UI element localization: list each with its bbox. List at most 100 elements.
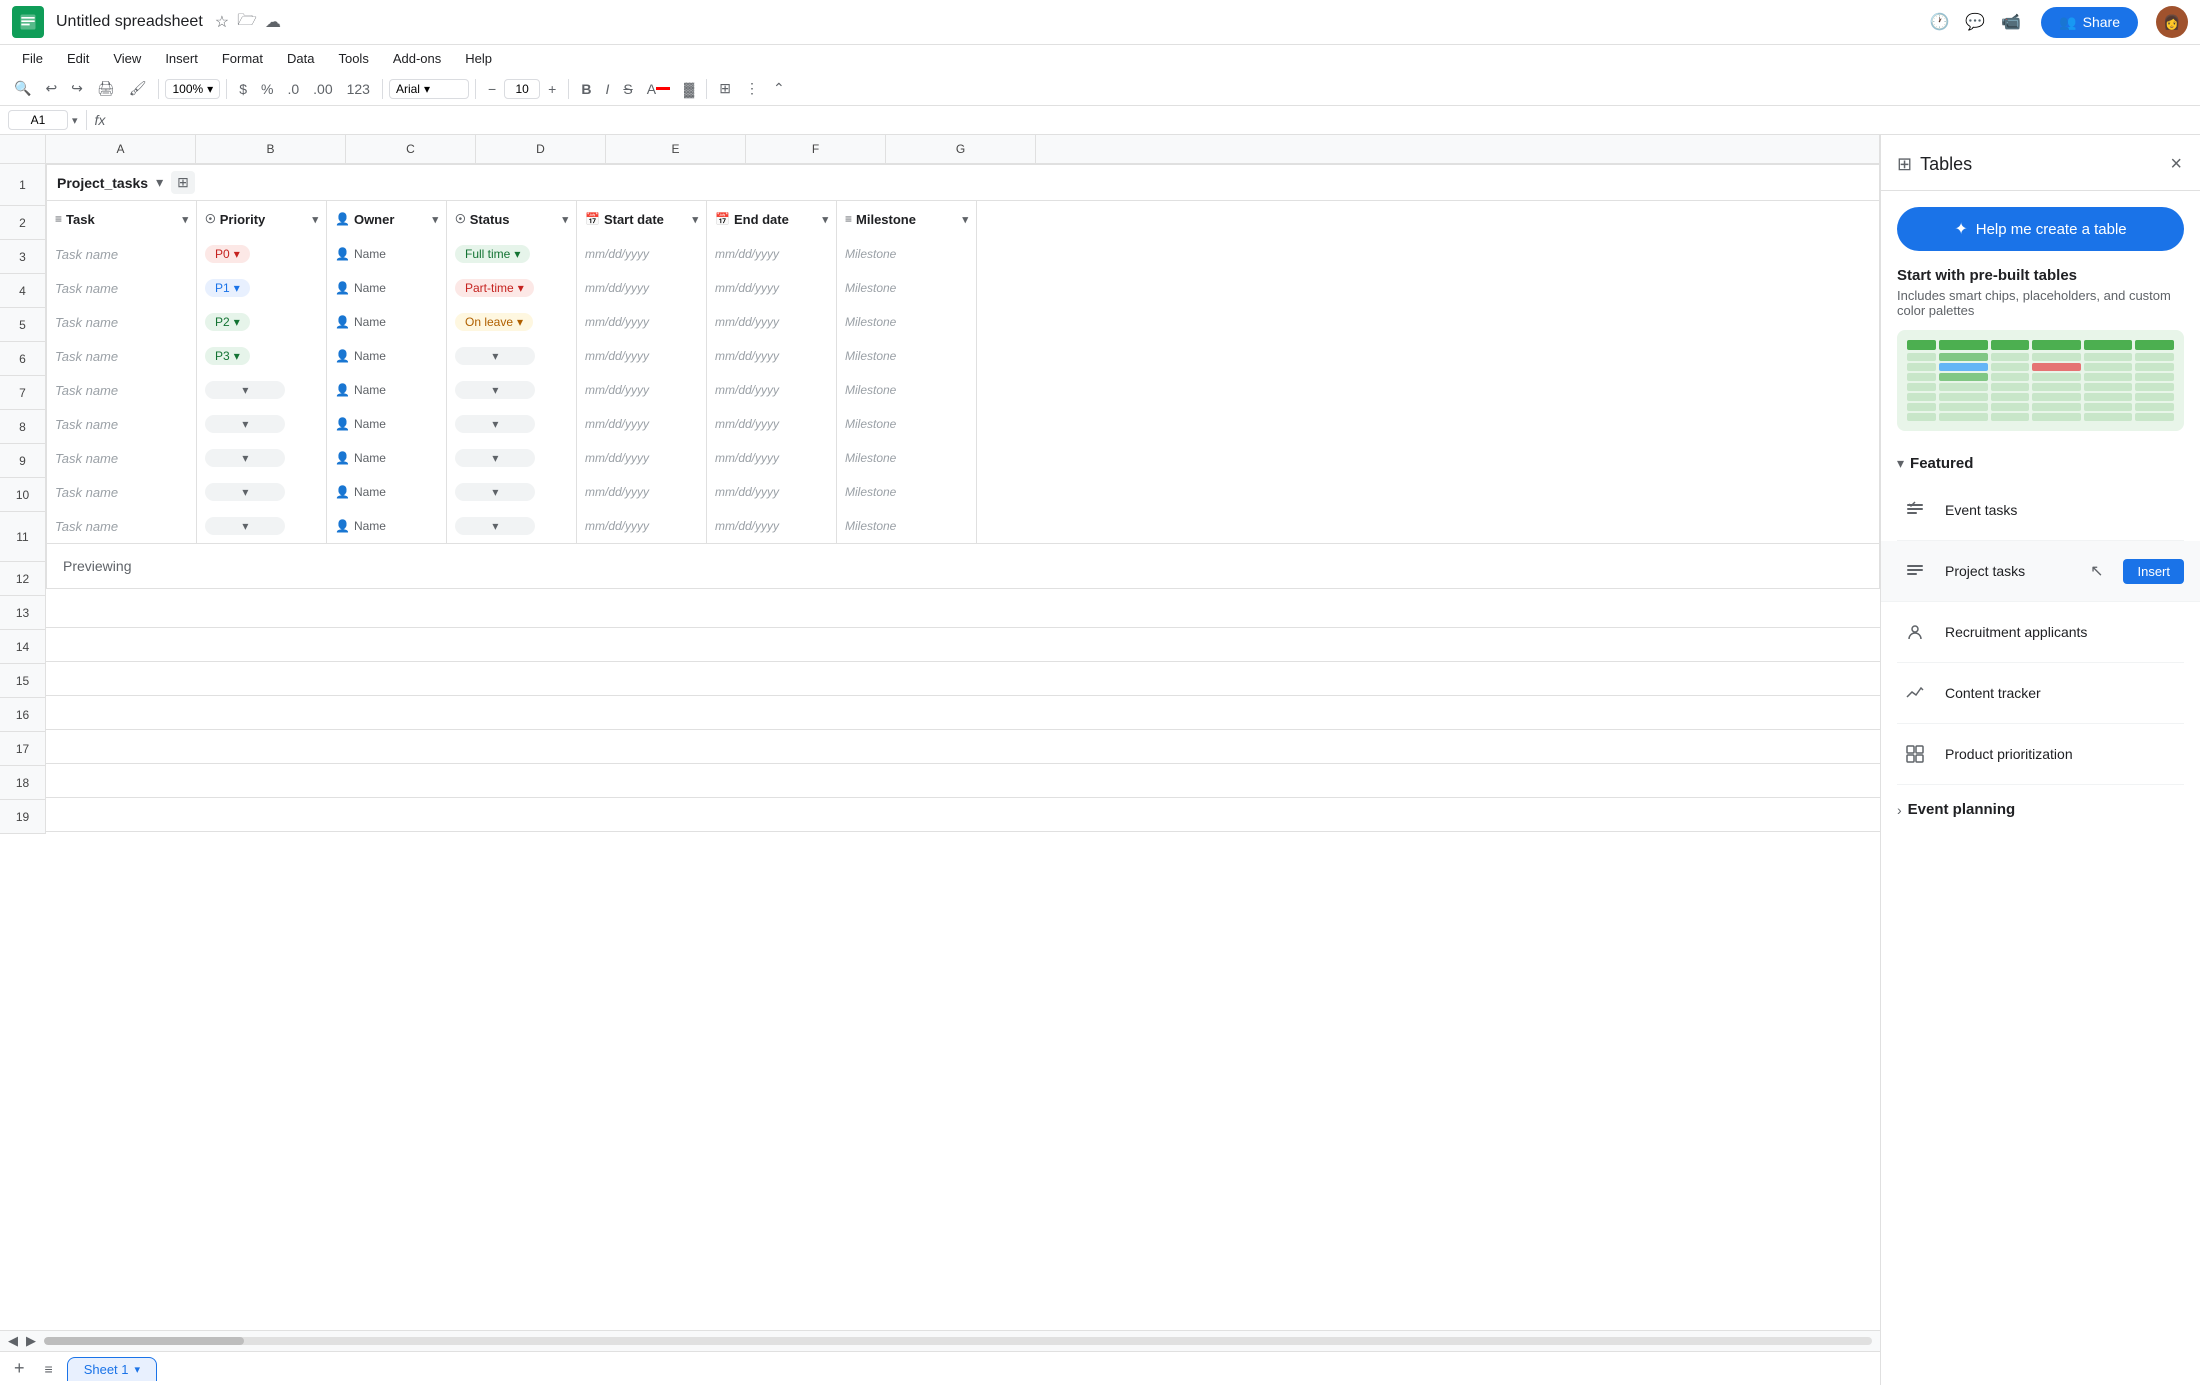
zoom-selector[interactable]: 100% ▾ [165,79,220,99]
priority-empty-3[interactable]: ▾ [205,483,285,501]
scroll-left-arrow[interactable]: ◀ [8,1333,18,1349]
insert-button[interactable]: Insert [2123,559,2184,584]
decrease-font-button[interactable]: − [482,77,502,101]
row-num-12[interactable]: 12 [0,562,46,596]
text-color-button[interactable]: A [641,77,676,101]
priority-chip-p0[interactable]: P0 ▾ [205,245,250,263]
row-num-19[interactable]: 19 [0,800,46,834]
status-cell-e4[interactable]: ▾ [447,509,577,543]
priority-chip-p2[interactable]: P2 ▾ [205,313,250,331]
start-cell-1[interactable]: mm/dd/yyyy [577,237,707,271]
menu-file[interactable]: File [12,47,53,70]
col-header-a[interactable]: A [46,135,196,163]
empty-row-14[interactable] [46,628,1880,662]
empty-row-19[interactable] [46,798,1880,832]
task-header-chevron[interactable]: ▾ [182,213,188,226]
priority-cell-e2[interactable]: ▾ [197,441,327,475]
video-icon[interactable]: 📹 [2001,12,2021,32]
priority-cell-e1[interactable]: ▾ [197,407,327,441]
start-cell-e1[interactable]: mm/dd/yyyy [577,407,707,441]
scroll-right-arrow[interactable]: ▶ [26,1333,36,1349]
row-num-13[interactable]: 13 [0,596,46,630]
task-cell-e2[interactable]: Task name [47,441,197,475]
owner-cell-e2[interactable]: 👤 Name [327,441,447,475]
scroll-track[interactable] [44,1337,1872,1345]
sheet-list-button[interactable]: ≡ [39,1359,59,1379]
row-num-10[interactable]: 10 [0,478,46,512]
col-header-f[interactable]: F [746,135,886,163]
row-num-2[interactable]: 2 [0,206,46,240]
font-size-box[interactable]: 10 [504,79,540,99]
milestone-cell-4[interactable]: Milestone [837,339,977,373]
priority-empty-0[interactable]: ▾ [205,381,285,399]
folder-icon[interactable]: 🗁 [237,9,257,36]
owner-cell-3[interactable]: 👤 Name [327,305,447,339]
task-cell-e4[interactable]: Task name [47,509,197,543]
featured-item-recruitment[interactable]: Recruitment applicants [1897,602,2184,663]
italic-button[interactable]: I [599,77,615,101]
status-cell-4[interactable]: ▾ [447,339,577,373]
milestone-cell-2[interactable]: Milestone [837,271,977,305]
bold-button[interactable]: B [575,77,597,101]
decrease-decimal-button[interactable]: .0 [281,77,305,101]
end-cell-4[interactable]: mm/dd/yyyy [707,339,837,373]
end-cell-3[interactable]: mm/dd/yyyy [707,305,837,339]
owner-cell-e0[interactable]: 👤 Name [327,373,447,407]
end-cell-e0[interactable]: mm/dd/yyyy [707,373,837,407]
start-cell-e4[interactable]: mm/dd/yyyy [577,509,707,543]
milestone-e0[interactable]: Milestone [837,373,977,407]
owner-cell-e1[interactable]: 👤 Name [327,407,447,441]
percent-button[interactable]: % [255,77,279,101]
status-cell-e1[interactable]: ▾ [447,407,577,441]
row-num-14[interactable]: 14 [0,630,46,664]
status-chip-3[interactable]: On leave ▾ [455,313,533,331]
fill-color-button[interactable]: ▓ [678,77,700,101]
menu-insert[interactable]: Insert [155,47,208,70]
scroll-thumb[interactable] [44,1337,244,1345]
create-table-button[interactable]: ✦ Help me create a table [1897,207,2184,251]
sheet-tab-1[interactable]: Sheet 1 ▾ [67,1357,157,1381]
start-cell-e0[interactable]: mm/dd/yyyy [577,373,707,407]
table-name-chevron[interactable]: ▾ [156,174,163,191]
row-num-5[interactable]: 5 [0,308,46,342]
row-num-1[interactable]: 1 [0,164,46,206]
status-cell-1[interactable]: Full time ▾ [447,237,577,271]
more-button[interactable]: ⋮ [739,76,765,101]
cell-ref-chevron[interactable]: ▾ [72,114,78,127]
row-num-3[interactable]: 3 [0,240,46,274]
row-num-6[interactable]: 6 [0,342,46,376]
task-cell-2[interactable]: Task name [47,271,197,305]
panel-close-button[interactable]: × [2168,151,2184,178]
start-cell-4[interactable]: mm/dd/yyyy [577,339,707,373]
start-cell-e3[interactable]: mm/dd/yyyy [577,475,707,509]
owner-cell-e3[interactable]: 👤 Name [327,475,447,509]
col-header-g[interactable]: G [886,135,1036,163]
print-button[interactable]: 🖨 [91,76,121,101]
priority-empty-2[interactable]: ▾ [205,449,285,467]
milestone-e4[interactable]: Milestone [837,509,977,543]
owner-cell-2[interactable]: 👤 Name [327,271,447,305]
col-header-c[interactable]: C [346,135,476,163]
priority-cell-4[interactable]: P3 ▾ [197,339,327,373]
task-cell-1[interactable]: Task name [47,237,197,271]
strikethrough-button[interactable]: S [617,77,638,101]
status-cell-e2[interactable]: ▾ [447,441,577,475]
status-cell-e3[interactable]: ▾ [447,475,577,509]
row-num-11[interactable]: 11 [0,512,46,562]
end-cell-e2[interactable]: mm/dd/yyyy [707,441,837,475]
status-cell-2[interactable]: Part-time ▾ [447,271,577,305]
row-num-7[interactable]: 7 [0,376,46,410]
empty-row-17[interactable] [46,730,1880,764]
formula-input[interactable] [113,113,2192,128]
priority-chip-p3[interactable]: P3 ▾ [205,347,250,365]
currency-button[interactable]: $ [233,77,253,101]
start-cell-e2[interactable]: mm/dd/yyyy [577,441,707,475]
increase-font-button[interactable]: + [542,77,562,101]
priority-chip-p1[interactable]: P1 ▾ [205,279,250,297]
row-num-16[interactable]: 16 [0,698,46,732]
menu-format[interactable]: Format [212,47,273,70]
end-header-chevron[interactable]: ▾ [822,213,828,226]
font-selector[interactable]: Arial ▾ [389,79,469,99]
end-cell-e1[interactable]: mm/dd/yyyy [707,407,837,441]
status-chip-4[interactable]: ▾ [455,347,535,365]
